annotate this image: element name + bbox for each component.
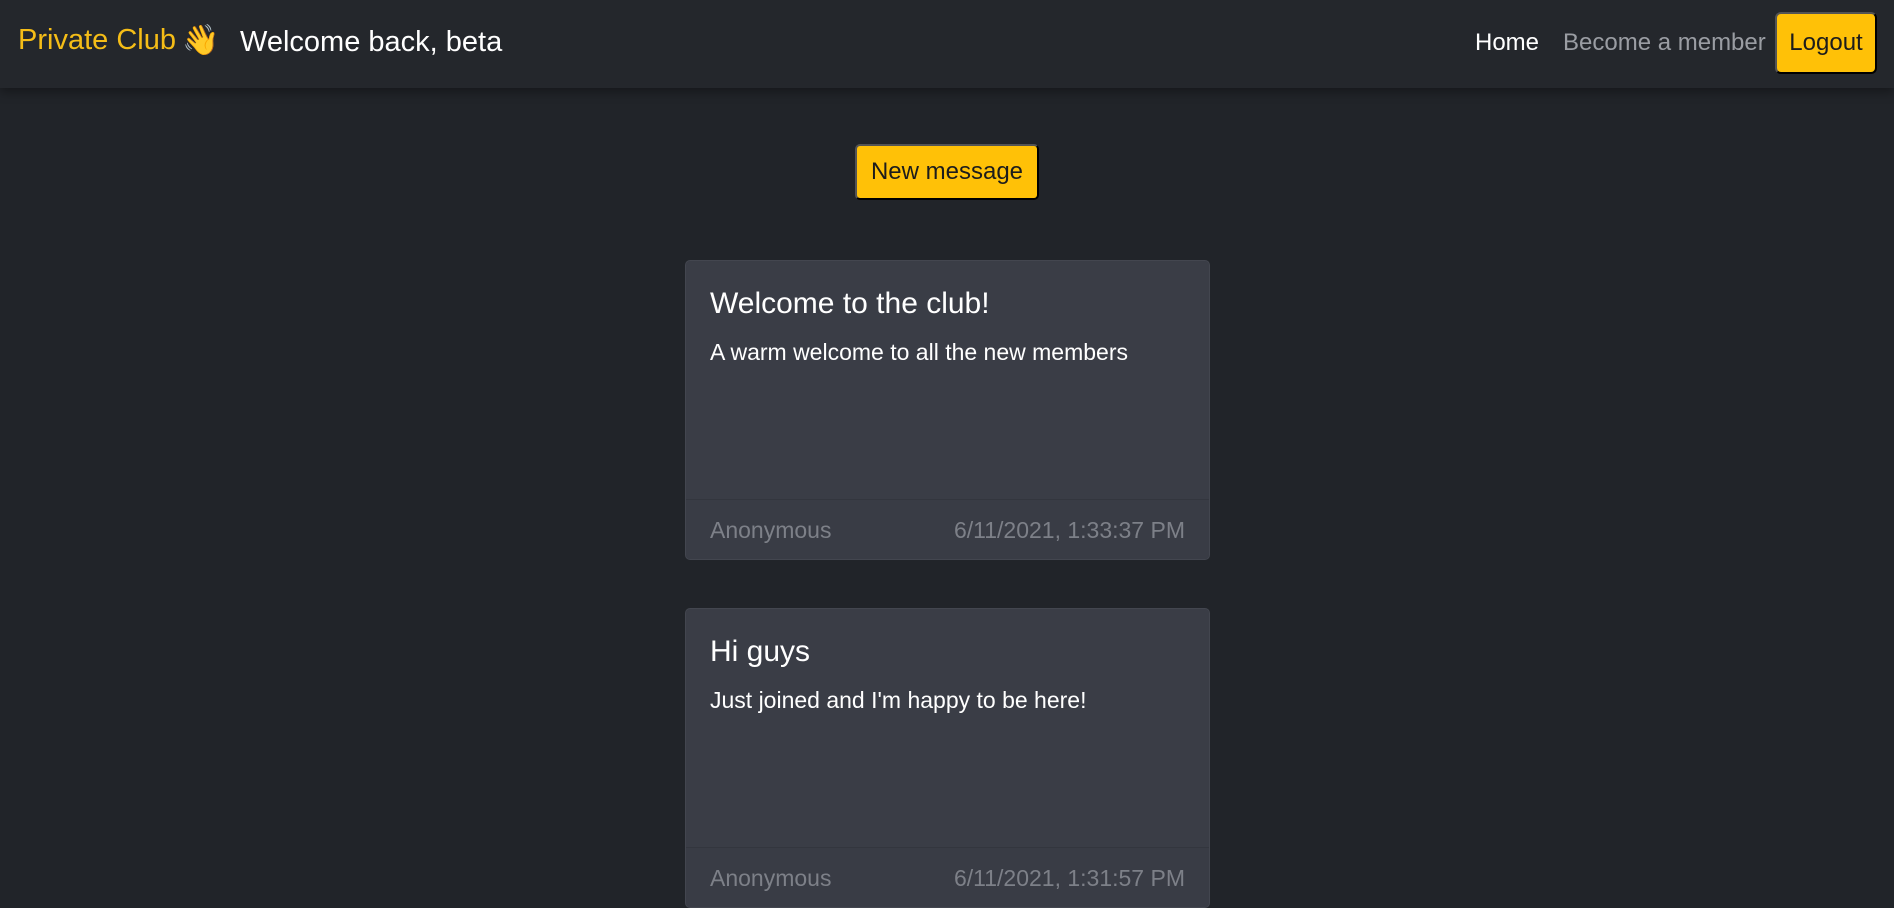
welcome-message: Welcome back, beta	[240, 26, 503, 58]
message-title: Hi guys	[710, 635, 811, 668]
nav-link-home[interactable]: Home	[1475, 29, 1539, 57]
waving-hand-icon: 👋	[181, 23, 220, 57]
message-author: Anonymous	[710, 517, 832, 543]
message-author: Anonymous	[710, 865, 832, 891]
message-card: Hi guys Just joined and I'm happy to be …	[685, 608, 1210, 908]
brand-link[interactable]: Private Club 👋	[18, 24, 219, 57]
message-card-footer: Anonymous 6/11/2021, 1:33:37 PM	[686, 499, 1209, 559]
logout-button[interactable]: Logout	[1775, 12, 1877, 74]
message-timestamp: 6/11/2021, 1:31:57 PM	[953, 865, 1185, 891]
message-title: Welcome to the club!	[710, 287, 990, 320]
message-text: Just joined and I'm happy to be here!	[710, 687, 1087, 713]
navbar: Private Club 👋 Welcome back, beta Home B…	[0, 0, 1894, 88]
message-card-footer: Anonymous 6/11/2021, 1:31:57 PM	[686, 847, 1209, 907]
message-card: Welcome to the club! A warm welcome to a…	[685, 260, 1210, 560]
message-card-body: Welcome to the club! A warm welcome to a…	[686, 261, 1209, 499]
message-text: A warm welcome to all the new members	[710, 339, 1128, 365]
message-timestamp: 6/11/2021, 1:33:37 PM	[953, 517, 1185, 543]
nav-link-become-member[interactable]: Become a member	[1563, 29, 1766, 57]
brand-name: Private Club	[18, 24, 176, 56]
message-card-body: Hi guys Just joined and I'm happy to be …	[686, 609, 1209, 847]
new-message-button[interactable]: New message	[855, 144, 1039, 200]
